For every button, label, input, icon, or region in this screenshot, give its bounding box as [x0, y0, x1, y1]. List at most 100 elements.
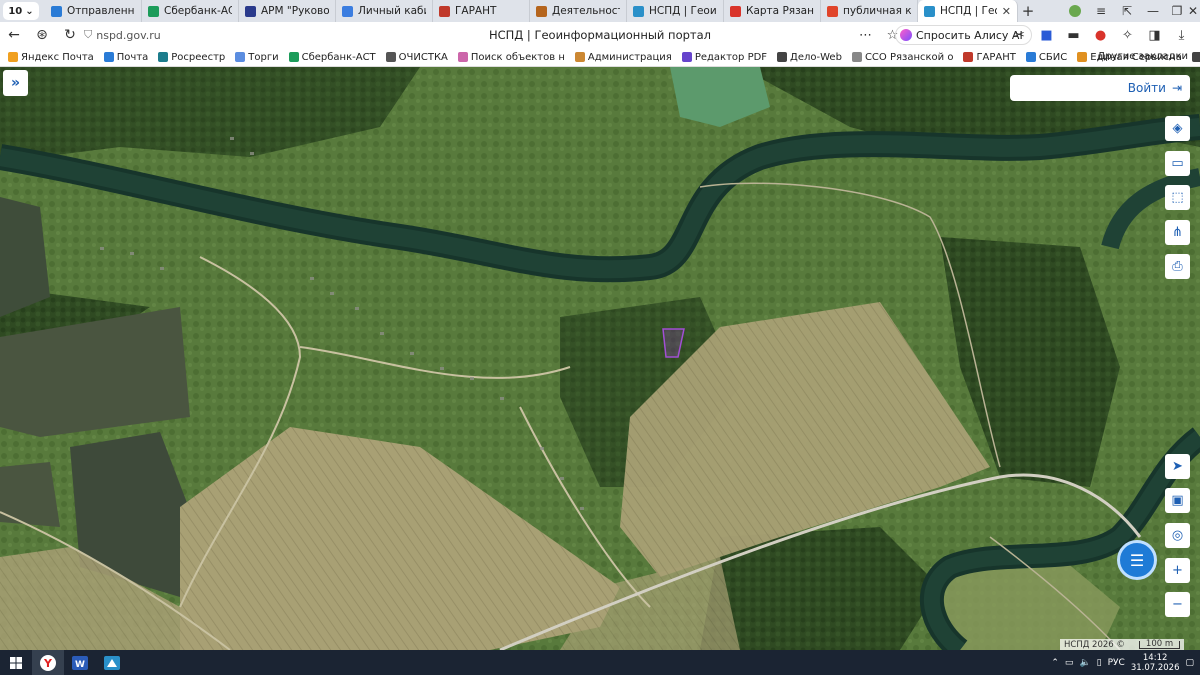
- battery-icon[interactable]: ▯: [1097, 658, 1102, 668]
- basemap-icon[interactable]: ▣: [1165, 488, 1190, 513]
- app-icon[interactable]: [96, 650, 128, 675]
- new-tab-button[interactable]: +: [1018, 2, 1038, 20]
- lock-icon: ⛉: [84, 28, 93, 41]
- select-area-icon[interactable]: ⬚: [1165, 185, 1190, 210]
- yandex-browser-icon[interactable]: Y: [32, 650, 64, 675]
- ruler-icon[interactable]: ▭: [1165, 151, 1190, 176]
- tab-favicon-icon: [827, 5, 838, 17]
- tab[interactable]: Карта Рязанской: [724, 0, 821, 22]
- tab-favicon-icon: [148, 5, 159, 17]
- bookmark-label: Администрация: [587, 51, 672, 63]
- zoom-in-button[interactable]: +: [1165, 558, 1190, 583]
- back-icon[interactable]: ←: [0, 27, 28, 43]
- share-icon[interactable]: ⋔: [1165, 220, 1190, 245]
- yandex-b-icon[interactable]: ⊛: [28, 27, 56, 43]
- bookmark-item[interactable]: ГАРАНТ: [963, 52, 1016, 63]
- tab-list: Отправленные - П Сбербанк-АСТ - Э АРМ "Рук…: [45, 0, 1018, 22]
- tab-favicon-icon: [633, 5, 644, 17]
- tab-counter[interactable]: 10 ⌄: [3, 2, 39, 20]
- speaker-icon[interactable]: 🔈: [1079, 658, 1090, 668]
- bookmark-icon: [681, 52, 692, 62]
- word-icon[interactable]: W: [64, 650, 96, 675]
- bookmark-label: Почта: [116, 51, 149, 63]
- search-location-icon[interactable]: ◎: [1165, 523, 1190, 548]
- tab[interactable]: ГАРАНТ: [433, 0, 530, 22]
- bookmark-item[interactable]: СУФД: [1191, 52, 1200, 63]
- tab-favicon-icon: [245, 5, 256, 17]
- language-indicator[interactable]: РУС: [1108, 658, 1125, 668]
- url-text[interactable]: nspd.gov.ru: [96, 29, 161, 42]
- tab[interactable]: НСПД | Геоинф ✕: [918, 0, 1018, 22]
- print-icon[interactable]: ⎙: [1165, 254, 1190, 279]
- bookmark-item[interactable]: Почта: [103, 51, 149, 63]
- yandex-shield-icon[interactable]: ■: [1033, 28, 1060, 43]
- bookmark-item[interactable]: Дело-Web: [777, 52, 842, 63]
- collapse-icon[interactable]: ⇱: [1114, 0, 1140, 22]
- bookmark-item[interactable]: ОЧИСТКА: [385, 51, 448, 63]
- close-window-icon[interactable]: ✕: [1186, 0, 1200, 22]
- zoom-out-button[interactable]: −: [1165, 592, 1190, 617]
- bookmark-icon: [777, 52, 788, 62]
- svg-text:W: W: [75, 660, 85, 670]
- network-icon[interactable]: ▭: [1065, 658, 1074, 668]
- system-tray: ⌃ ▭ 🔈 ▯ РУС 14:12 31.07.2026 ▢: [1051, 650, 1200, 675]
- tab[interactable]: публичная кадаст: [821, 0, 918, 22]
- bookmark-item[interactable]: ССО Рязанской о: [851, 52, 953, 63]
- tab[interactable]: НСПД | Геоинфор: [627, 0, 724, 22]
- close-tab-icon[interactable]: ✕: [1002, 5, 1011, 18]
- bookmark-icon: [1191, 52, 1200, 62]
- login-button[interactable]: Войти ⇥: [1010, 75, 1190, 101]
- bookmark-item[interactable]: Торги: [235, 52, 279, 63]
- layers-icon[interactable]: ◈: [1165, 116, 1190, 141]
- tab-favicon-icon: [730, 5, 741, 17]
- bookmark-item[interactable]: Поиск объектов н: [457, 52, 565, 63]
- download-icon[interactable]: ⤓: [1168, 28, 1195, 43]
- bookmark-icon: [457, 52, 468, 62]
- tab[interactable]: Отправленные - П: [45, 0, 142, 22]
- chevron-up-icon[interactable]: ⌃: [1051, 658, 1059, 668]
- clock[interactable]: 14:12 31.07.2026: [1131, 653, 1180, 673]
- bookmark-icon: [574, 52, 585, 62]
- expand-panel-button[interactable]: »: [3, 70, 28, 96]
- bookmark-item[interactable]: Сбербанк-АСТ: [288, 52, 376, 63]
- tab[interactable]: АРМ "Руководите: [239, 0, 336, 22]
- minimize-icon[interactable]: —: [1140, 0, 1166, 22]
- windows-start-icon[interactable]: [0, 650, 32, 675]
- tab-favicon-icon: [924, 5, 935, 17]
- bookmark-item[interactable]: Яндекс Почта: [8, 52, 94, 63]
- tab-favicon-icon: [439, 5, 450, 17]
- login-icon: ⇥: [1171, 81, 1182, 95]
- tab[interactable]: Сбербанк-АСТ - Э: [142, 0, 239, 22]
- map-canvas[interactable]: НСПД 2026 © 100 m: [0, 67, 1200, 650]
- bookmark-icon: [103, 52, 114, 62]
- alice-icon: [900, 29, 912, 41]
- locate-icon[interactable]: ➤: [1165, 454, 1190, 479]
- tab[interactable]: Деятельность - М: [530, 0, 627, 22]
- menu-icon[interactable]: ≡: [1088, 0, 1114, 22]
- chat-icon[interactable]: ☰: [1117, 540, 1157, 580]
- map-attribution: НСПД 2026 © 100 m: [1060, 639, 1185, 650]
- more-icon[interactable]: ⋯: [852, 28, 879, 43]
- scale-bar: 100 m: [1138, 639, 1181, 649]
- extension-icon[interactable]: ▬: [1060, 28, 1087, 43]
- puzzle-icon[interactable]: ✧: [1114, 28, 1141, 43]
- other-bookmarks[interactable]: Другие закладки: [1097, 51, 1188, 62]
- tab[interactable]: Личный кабинет: [336, 0, 433, 22]
- translate-icon[interactable]: ✂: [1006, 28, 1033, 43]
- tab-label: ГАРАНТ: [455, 5, 497, 17]
- profile-icon[interactable]: [1062, 0, 1088, 22]
- bookmark-item[interactable]: СБИС: [1025, 52, 1067, 63]
- reload-icon[interactable]: ↻: [56, 27, 84, 43]
- adblock-icon[interactable]: ●: [1087, 28, 1114, 43]
- notification-icon[interactable]: ▢: [1185, 658, 1194, 668]
- tab-favicon-icon: [51, 5, 62, 17]
- bookmark-icon: [851, 52, 862, 62]
- tab-label: НСПД | Геоинф: [940, 5, 997, 17]
- bookmark-item[interactable]: Росреестр: [158, 52, 225, 63]
- bookmark-label: ОЧИСТКА: [398, 51, 448, 63]
- sidebar-icon[interactable]: ◨: [1141, 28, 1168, 43]
- tab-bar: 10 ⌄ Отправленные - П Сбербанк-АСТ - Э АРМ…: [0, 0, 1200, 22]
- tab-label: Личный кабинет: [358, 5, 426, 17]
- bookmark-item[interactable]: Администрация: [574, 51, 672, 63]
- bookmark-item[interactable]: Редактор PDF: [681, 52, 767, 63]
